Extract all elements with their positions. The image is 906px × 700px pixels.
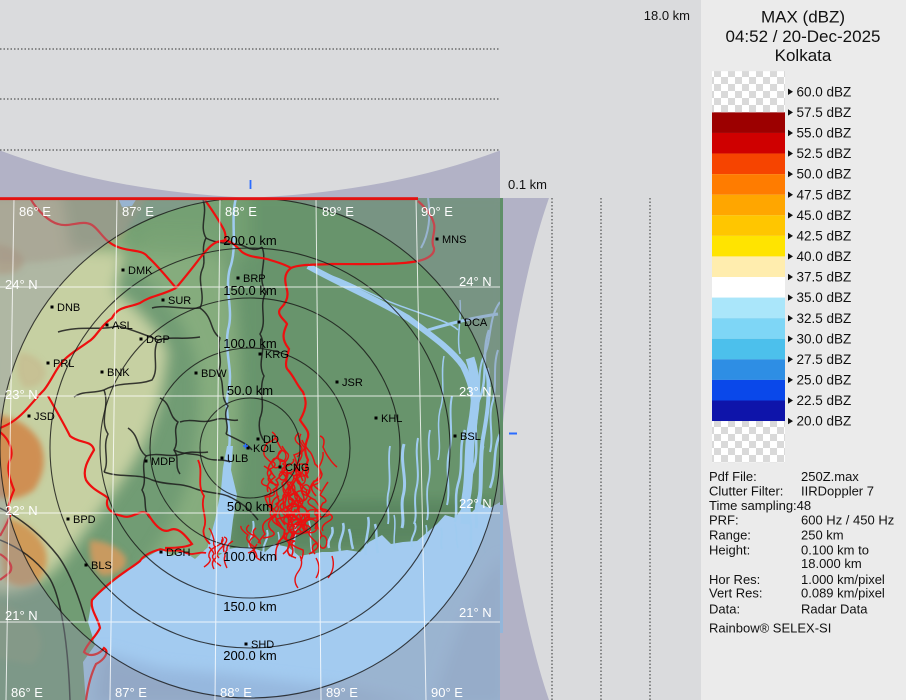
- svg-text:25.0 dBZ: 25.0 dBZ: [797, 373, 852, 388]
- svg-text:Vert Res:: Vert Res:: [709, 586, 762, 601]
- svg-text:50.0 km: 50.0 km: [227, 499, 273, 514]
- svg-text:22° N: 22° N: [5, 503, 38, 518]
- svg-text:90° E: 90° E: [421, 204, 453, 219]
- svg-text:MDP: MDP: [151, 456, 175, 468]
- svg-text:86° E: 86° E: [19, 204, 51, 219]
- svg-text:37.5 dBZ: 37.5 dBZ: [797, 270, 852, 285]
- svg-text:45.0 dBZ: 45.0 dBZ: [797, 208, 852, 223]
- svg-text:ASL: ASL: [112, 320, 133, 332]
- svg-text:KOL: KOL: [253, 443, 275, 455]
- svg-text:Kolkata: Kolkata: [775, 46, 832, 65]
- svg-text:27.5 dBZ: 27.5 dBZ: [797, 352, 852, 367]
- svg-text:JSR: JSR: [342, 377, 363, 389]
- svg-text:DGH: DGH: [166, 547, 191, 559]
- svg-text:18.000 km: 18.000 km: [801, 556, 862, 571]
- svg-text:22° N: 22° N: [459, 496, 492, 511]
- svg-text:0.089 km/pixel: 0.089 km/pixel: [801, 586, 885, 601]
- svg-text:BSL: BSL: [460, 431, 481, 443]
- svg-text:90° E: 90° E: [431, 685, 463, 700]
- svg-text:0.1 km: 0.1 km: [508, 177, 547, 192]
- svg-text:200.0 km: 200.0 km: [223, 233, 276, 248]
- svg-text:BLS: BLS: [91, 560, 112, 572]
- svg-text:60.0 dBZ: 60.0 dBZ: [797, 84, 852, 99]
- svg-text:DCA: DCA: [464, 317, 488, 329]
- svg-text:23° N: 23° N: [5, 387, 38, 402]
- svg-text:JSD: JSD: [34, 411, 55, 423]
- svg-text:50.0 km: 50.0 km: [227, 383, 273, 398]
- svg-text:DNB: DNB: [57, 302, 80, 314]
- svg-text:BNK: BNK: [107, 367, 130, 379]
- svg-text:23° N: 23° N: [459, 384, 492, 399]
- svg-text:35.0 dBZ: 35.0 dBZ: [797, 290, 852, 305]
- svg-text:IIRDoppler 7: IIRDoppler 7: [801, 484, 874, 499]
- svg-text:250 km: 250 km: [801, 528, 844, 543]
- svg-text:PRL: PRL: [53, 358, 74, 370]
- svg-text:87° E: 87° E: [122, 204, 154, 219]
- svg-text:BPD: BPD: [73, 514, 96, 526]
- svg-text:Rainbow® SELEX-SI: Rainbow® SELEX-SI: [709, 621, 831, 636]
- svg-text:32.5 dBZ: 32.5 dBZ: [797, 311, 852, 326]
- svg-text:55.0 dBZ: 55.0 dBZ: [797, 126, 852, 141]
- svg-text:04:52 / 20-Dec-2025: 04:52 / 20-Dec-2025: [726, 27, 881, 46]
- svg-text:Pdf File:: Pdf File:: [709, 469, 757, 484]
- svg-text:88° E: 88° E: [225, 204, 257, 219]
- svg-text:200.0 km: 200.0 km: [223, 648, 276, 663]
- svg-text:Range:: Range:: [709, 528, 751, 543]
- svg-text:21° N: 21° N: [459, 605, 492, 620]
- svg-text:89° E: 89° E: [326, 685, 358, 700]
- svg-text:30.0 dBZ: 30.0 dBZ: [797, 331, 852, 346]
- svg-text:MAX (dBZ): MAX (dBZ): [761, 8, 845, 27]
- svg-text:100.0 km: 100.0 km: [223, 549, 276, 564]
- svg-text:40.0 dBZ: 40.0 dBZ: [797, 249, 852, 264]
- svg-text:PRF:: PRF:: [709, 513, 739, 528]
- svg-text:47.5 dBZ: 47.5 dBZ: [797, 187, 852, 202]
- svg-text:57.5 dBZ: 57.5 dBZ: [797, 105, 852, 120]
- svg-text:Height:: Height:: [709, 543, 750, 558]
- svg-text:KHL: KHL: [381, 413, 402, 425]
- svg-text:87° E: 87° E: [115, 685, 147, 700]
- svg-text:Data:: Data:: [709, 602, 740, 617]
- svg-text:42.5 dBZ: 42.5 dBZ: [797, 229, 852, 244]
- svg-text:Radar Data: Radar Data: [801, 602, 868, 617]
- svg-text:DGP: DGP: [146, 334, 170, 346]
- svg-text:CNG: CNG: [285, 462, 309, 474]
- svg-text:86° E: 86° E: [11, 685, 43, 700]
- svg-text:52.5 dBZ: 52.5 dBZ: [797, 146, 852, 161]
- svg-text:20.0 dBZ: 20.0 dBZ: [797, 414, 852, 429]
- svg-text:BDW: BDW: [201, 368, 227, 380]
- svg-text:18.0 km: 18.0 km: [644, 8, 690, 23]
- svg-text:250Z.max: 250Z.max: [801, 469, 859, 484]
- svg-text:21° N: 21° N: [5, 608, 38, 623]
- svg-text:150.0 km: 150.0 km: [223, 283, 276, 298]
- svg-text:ULB: ULB: [227, 453, 248, 465]
- svg-text:88° E: 88° E: [220, 685, 252, 700]
- svg-text:150.0 km: 150.0 km: [223, 599, 276, 614]
- svg-text:Clutter Filter:: Clutter Filter:: [709, 484, 783, 499]
- svg-text:MNS: MNS: [442, 234, 466, 246]
- svg-text:Time sampling:48: Time sampling:48: [709, 498, 811, 513]
- svg-text:50.0 dBZ: 50.0 dBZ: [797, 167, 852, 182]
- svg-text:DMK: DMK: [128, 265, 153, 277]
- svg-text:22.5 dBZ: 22.5 dBZ: [797, 393, 852, 408]
- svg-text:89° E: 89° E: [322, 204, 354, 219]
- svg-text:600 Hz / 450 Hz: 600 Hz / 450 Hz: [801, 513, 894, 528]
- svg-text:24° N: 24° N: [459, 274, 492, 289]
- svg-text:24° N: 24° N: [5, 277, 38, 292]
- svg-text:100.0 km: 100.0 km: [223, 336, 276, 351]
- svg-text:SUR: SUR: [168, 295, 191, 307]
